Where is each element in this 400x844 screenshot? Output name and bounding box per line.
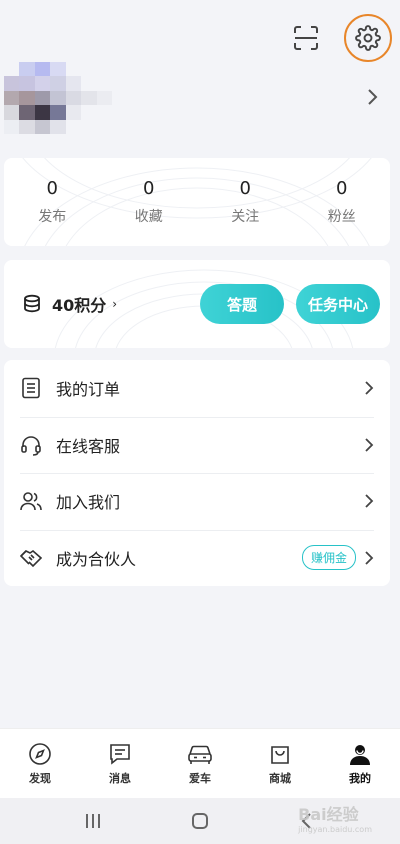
- points-card: 40积分 › 答题 任务中心: [4, 260, 390, 348]
- task-center-button[interactable]: 任务中心: [296, 284, 380, 324]
- stat-label: 发布: [38, 209, 67, 225]
- stat-following[interactable]: 0 关注: [197, 158, 294, 246]
- message-icon: [110, 743, 130, 765]
- chevron-right-icon: [365, 551, 374, 565]
- stat-value: 0: [336, 178, 348, 199]
- tab-discover[interactable]: 发现: [0, 729, 80, 798]
- stat-label: 粉丝: [327, 209, 356, 225]
- chevron-right-icon: [365, 438, 374, 452]
- gear-icon: [355, 25, 381, 51]
- chevron-right-icon[interactable]: [366, 88, 378, 106]
- watermark-url: jingyan.baidu.com: [298, 825, 372, 834]
- tab-mine[interactable]: 我的: [320, 729, 400, 798]
- scan-icon: [294, 26, 318, 50]
- watermark-brand: Bai经验: [298, 805, 359, 824]
- user-icon: [350, 744, 370, 765]
- profile-header[interactable]: [0, 62, 400, 142]
- chevron-right-icon: [365, 381, 374, 395]
- commission-badge: 赚佣金: [301, 545, 356, 571]
- compass-icon: [29, 742, 51, 765]
- points-link[interactable]: 40积分 ›: [22, 292, 200, 316]
- tab-label: 爱车: [189, 771, 211, 785]
- people-icon: [20, 490, 42, 512]
- tab-label: 商城: [269, 771, 291, 785]
- points-arrow: ›: [112, 297, 118, 311]
- watermark: Bai经验 jingyan.baidu.com: [298, 801, 372, 834]
- tab-mall[interactable]: 商城: [240, 729, 320, 798]
- tab-messages[interactable]: 消息: [80, 729, 160, 798]
- points-value: 40积分: [52, 296, 107, 315]
- menu-item-partner[interactable]: 成为合伙人 赚佣金: [20, 529, 374, 587]
- bottom-tab-bar: 发现 消息 爱车 商城 我的: [0, 728, 400, 798]
- avatar[interactable]: [4, 62, 112, 134]
- stat-value: 0: [46, 178, 58, 199]
- menu-item-label: 在线客服: [56, 436, 121, 456]
- stat-value: 0: [143, 178, 155, 199]
- stat-value: 0: [239, 178, 251, 199]
- stat-posts[interactable]: 0 发布: [4, 158, 101, 246]
- stat-followers[interactable]: 0 粉丝: [294, 158, 391, 246]
- stat-label: 关注: [231, 209, 260, 225]
- menu-item-label: 我的订单: [56, 380, 121, 400]
- stat-favorites[interactable]: 0 收藏: [101, 158, 198, 246]
- home-icon[interactable]: [190, 811, 210, 831]
- answer-button[interactable]: 答题: [200, 284, 284, 324]
- headset-icon: [20, 434, 42, 456]
- chevron-right-icon: [365, 494, 374, 508]
- car-icon: [188, 745, 212, 764]
- shopping-bag-icon: [271, 745, 289, 764]
- tab-label: 发现: [29, 771, 51, 785]
- settings-button[interactable]: [344, 14, 392, 62]
- menu-item-label: 加入我们: [56, 493, 121, 513]
- recent-apps-icon[interactable]: [83, 812, 103, 830]
- top-toolbar: [288, 14, 392, 62]
- menu-item-join-us[interactable]: 加入我们: [20, 473, 374, 530]
- handshake-icon: [20, 547, 42, 569]
- tab-my-car[interactable]: 爱车: [160, 729, 240, 798]
- menu-item-label: 成为合伙人: [56, 549, 137, 569]
- stat-label: 收藏: [134, 209, 163, 225]
- menu-item-orders[interactable]: 我的订单: [20, 360, 374, 417]
- tab-label: 消息: [109, 771, 131, 785]
- stats-card: 0 发布 0 收藏 0 关注 0 粉丝: [4, 158, 390, 246]
- coins-icon: [24, 294, 40, 313]
- menu-card: 我的订单 在线客服 加入我们 成为合伙人 赚佣金: [4, 360, 390, 586]
- tab-label: 我的: [349, 771, 371, 785]
- scan-button[interactable]: [288, 20, 324, 56]
- menu-item-support[interactable]: 在线客服: [20, 416, 374, 474]
- order-list-icon: [20, 377, 42, 399]
